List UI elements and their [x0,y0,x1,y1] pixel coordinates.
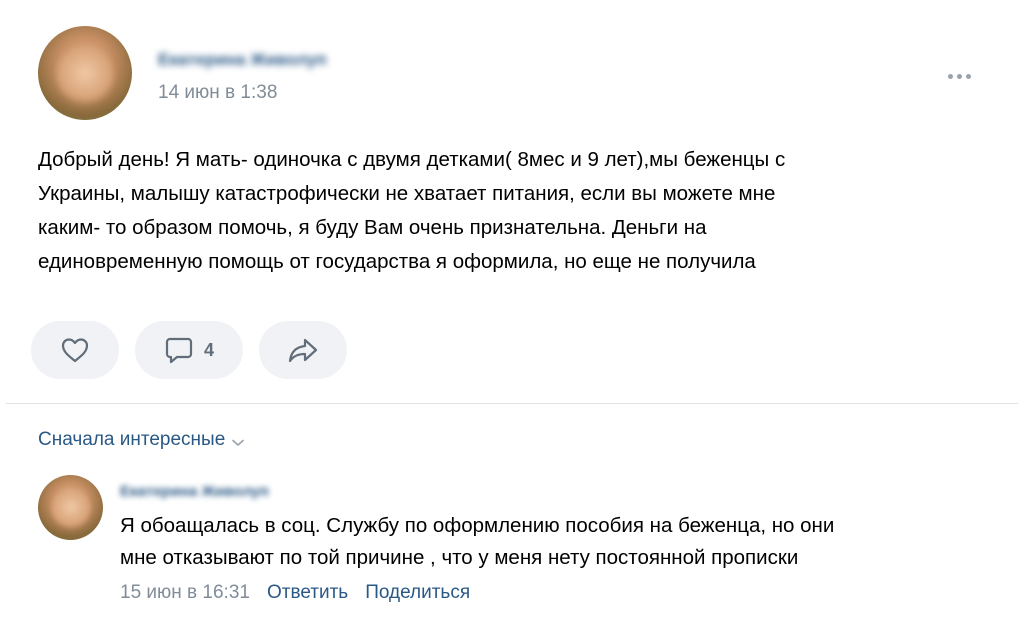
heart-icon [61,338,89,363]
comment-bubble-icon [165,337,193,364]
divider [6,403,1018,404]
reply-link[interactable]: Ответить [267,582,348,604]
post-date[interactable]: 14 июн в 1:38 [158,82,277,104]
comment-author-avatar[interactable] [38,475,103,540]
comment-date[interactable]: 15 июн в 16:31 [120,582,250,604]
chevron-down-icon [232,439,245,446]
author-name[interactable]: Екатерина Живолуп [158,50,327,70]
like-button[interactable] [31,321,119,379]
post-header: Екатерина Живолуп 14 июн в 1:38 [38,26,988,126]
comment: Екатерина Живолуп Я обоащалась в соц. Сл… [38,475,998,625]
sort-label: Сначала интересные [38,429,226,450]
post-text-line: Добрый день! Я мать- одиночка с двумя де… [38,148,786,171]
share-link[interactable]: Поделиться [365,582,470,604]
author-avatar[interactable] [38,26,132,120]
post-text: Добрый день! Я мать- одиночка с двумя де… [38,143,998,279]
comment-text-line: Я обоащалась в соц. Службу по оформлению… [120,514,835,537]
comment-text-line: мне отказывают по той причине , что у ме… [120,546,799,569]
more-dots-icon[interactable] [941,64,977,88]
share-arrow-icon [288,338,318,363]
comments-sort-toggle[interactable]: Сначала интересные [38,429,245,451]
post-actions: 4 [31,321,347,379]
post-text-line: единовременную помощь от государства я о… [38,250,756,273]
comment-author-name[interactable]: Екатерина Живолуп [120,483,269,500]
post-text-line: Украины, малышу катастрофически не хвата… [38,182,776,205]
comment-button[interactable]: 4 [135,321,243,379]
post-text-line: каким- то образом помочь, я буду Вам оче… [38,216,707,239]
comment-text: Я обоащалась в соц. Службу по оформлению… [120,510,990,574]
comment-meta: 15 июн в 16:31 Ответить Поделиться [120,582,470,604]
comment-count: 4 [203,339,214,360]
share-button[interactable] [259,321,347,379]
